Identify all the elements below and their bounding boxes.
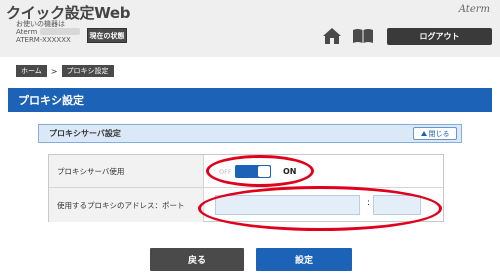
device-name: Aterm <box>16 28 38 36</box>
proxy-address-input[interactable] <box>215 195 360 215</box>
proxy-port-input[interactable] <box>373 195 421 215</box>
proxy-use-toggle[interactable]: OFF <box>219 165 275 178</box>
address-port-separator: : <box>367 198 371 208</box>
toggle-on-label: ON <box>283 167 297 176</box>
breadcrumb-home[interactable]: ホーム <box>16 65 47 77</box>
back-button[interactable]: 戻る <box>150 248 244 271</box>
device-name-redacted <box>40 28 80 35</box>
breadcrumb: ホーム > プロキシ設定 <box>16 65 114 77</box>
caret-up-icon <box>420 131 427 136</box>
panel-header: プロキシサーバ設定 閉じる <box>38 124 462 143</box>
panel-title: プロキシサーバ設定 <box>49 129 121 138</box>
brand-logo: Aterm <box>458 4 490 15</box>
current-status-button[interactable]: 現在の状態 <box>87 28 127 43</box>
settings-table: プロキシサーバ使用 OFF ON 使用するプロキシのアドレス：ポート : <box>48 154 444 222</box>
toggle-track[interactable] <box>234 165 271 178</box>
header-bar: クイック設定Web お使いの機器は Aterm ATERM-XXXXXX 現在の… <box>0 0 500 57</box>
device-id: ATERM-XXXXXX <box>16 36 71 44</box>
device-label: お使いの機器は <box>16 20 65 28</box>
collapse-button[interactable]: 閉じる <box>413 127 457 140</box>
breadcrumb-separator: > <box>50 66 58 76</box>
home-icon[interactable] <box>322 27 342 45</box>
toggle-knob[interactable] <box>257 166 270 177</box>
logout-button[interactable]: ログアウト <box>387 28 492 45</box>
table-row: 使用するプロキシのアドレス：ポート : <box>49 188 443 222</box>
toggle-off-label: OFF <box>219 167 232 176</box>
page-title: プロキシ設定 <box>8 88 492 112</box>
book-icon[interactable] <box>352 28 374 44</box>
breadcrumb-current: プロキシ設定 <box>61 65 114 77</box>
proxy-address-label: 使用するプロキシのアドレス：ポート <box>49 188 204 222</box>
save-button[interactable]: 設定 <box>256 248 352 271</box>
collapse-label: 閉じる <box>428 129 450 138</box>
table-row: プロキシサーバ使用 OFF ON <box>49 155 443 188</box>
proxy-use-label: プロキシサーバ使用 <box>49 155 204 187</box>
